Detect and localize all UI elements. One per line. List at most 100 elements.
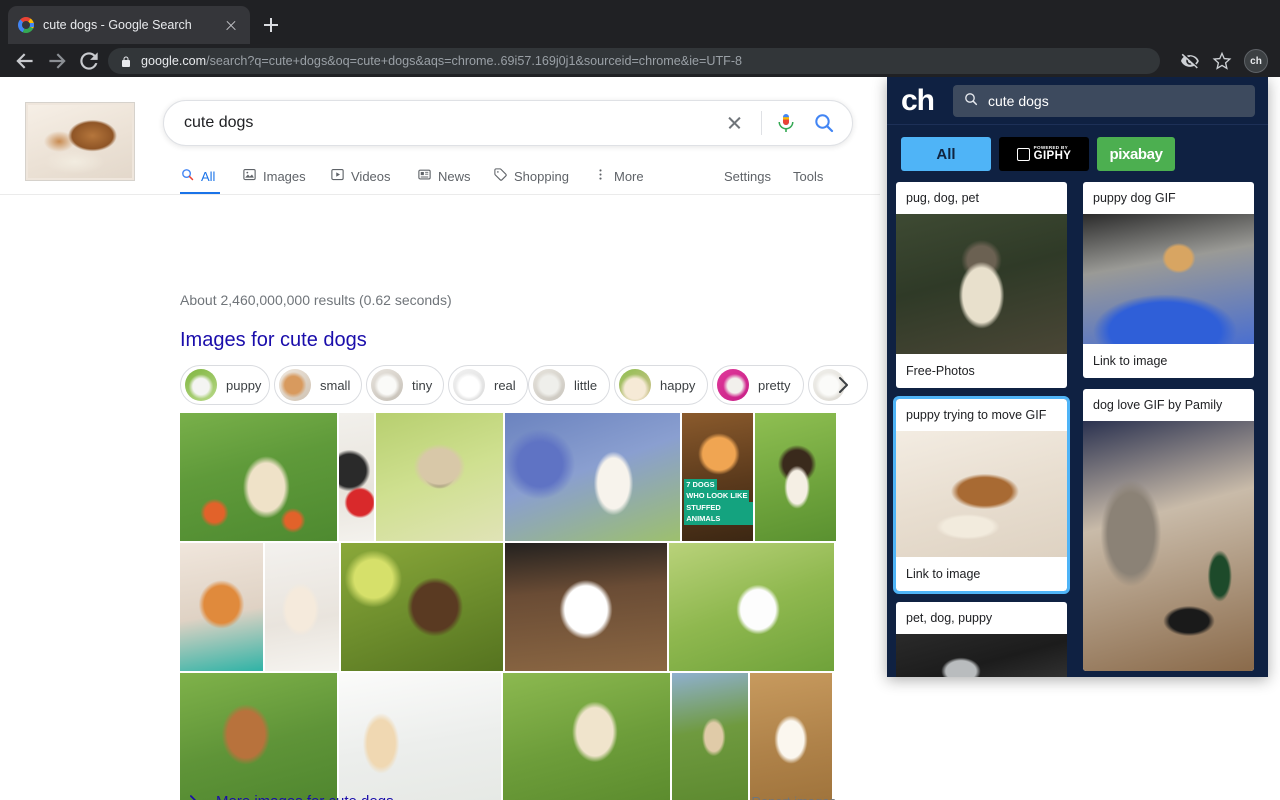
tab-title: cute dogs - Google Search [43, 18, 192, 32]
url-text: google.com/search?q=cute+dogs&oq=cute+do… [141, 54, 742, 68]
tab-all-label: All [201, 168, 216, 184]
google-g-icon [18, 17, 34, 33]
chip-thumbnail [533, 369, 565, 401]
chip-label: tiny [412, 377, 433, 393]
chip-small[interactable]: small [274, 365, 362, 405]
image-row [180, 543, 836, 671]
chip-label: pretty [758, 377, 791, 393]
images-block-heading[interactable]: Images for cute dogs [180, 329, 367, 352]
chevron-right-icon[interactable] [831, 373, 855, 397]
forward-arrow-icon[interactable] [44, 48, 70, 74]
image-tile[interactable] [341, 543, 503, 671]
tab-videos[interactable]: Videos [330, 161, 391, 191]
search-nav-tabs: All Images Videos News Shopping More Set… [180, 161, 860, 197]
search-icon[interactable] [812, 111, 836, 135]
search-box[interactable]: cute dogs [163, 100, 853, 146]
image-tile[interactable] [375, 413, 503, 541]
card-footer[interactable]: Link to image [896, 557, 1067, 591]
arrow-right-icon [180, 791, 200, 800]
more-images-link[interactable]: More images for cute dogs [180, 791, 394, 800]
chip-real[interactable]: real [448, 365, 528, 405]
plus-icon[interactable] [258, 12, 284, 38]
image-tile[interactable] [755, 413, 836, 541]
chip-little[interactable]: little [528, 365, 610, 405]
chip-thumbnail [371, 369, 403, 401]
extension-result-card[interactable]: pug, dog, pet Free-Photos [896, 182, 1067, 388]
extension-result-card[interactable]: pet, dog, puppy [896, 602, 1067, 677]
chip-puppy[interactable]: puppy [180, 365, 270, 405]
extension-search-input[interactable]: cute dogs [953, 85, 1255, 117]
search-icon [180, 167, 195, 185]
extension-result-card[interactable]: puppy dog GIF Link to image [1083, 182, 1254, 378]
report-images-link[interactable]: Report images [751, 794, 836, 800]
tab-shopping-label: Shopping [514, 168, 569, 184]
image-tile[interactable] [672, 673, 748, 800]
tab-news[interactable]: News [417, 161, 471, 191]
tab-all[interactable]: All [901, 137, 991, 171]
image-tile[interactable] [338, 413, 374, 541]
tab-images[interactable]: Images [242, 161, 306, 191]
image-tile[interactable]: 7 DOGS WHO LOOK LIKE STUFFED ANIMALS [682, 413, 754, 541]
image-tile[interactable] [339, 673, 501, 800]
card-title: dog love GIF by Pamily [1093, 398, 1223, 412]
tab-shopping[interactable]: Shopping [493, 161, 569, 191]
address-bar[interactable]: google.com/search?q=cute+dogs&oq=cute+do… [108, 48, 1160, 74]
search-results-page: cute dogs All Images Videos News Shoppin… [0, 77, 880, 800]
eye-slash-icon[interactable] [1180, 51, 1200, 71]
tab-pixabay[interactable]: pixabay [1097, 137, 1175, 171]
extension-results-column-left: pug, dog, pet Free-Photos puppy trying t… [893, 182, 1070, 677]
image-tile[interactable] [180, 673, 337, 800]
chip-thumbnail [279, 369, 311, 401]
microphone-icon[interactable] [774, 111, 798, 135]
image-tile[interactable] [503, 673, 670, 800]
browser-tab[interactable]: cute dogs - Google Search [8, 6, 250, 44]
back-arrow-icon[interactable] [12, 48, 38, 74]
extension-avatar[interactable]: ch [1244, 49, 1268, 73]
close-icon[interactable] [222, 16, 240, 34]
image-tile[interactable] [504, 413, 681, 541]
tools-link[interactable]: Tools [793, 161, 823, 191]
reload-icon[interactable] [76, 48, 102, 74]
chip-thumbnail [185, 369, 217, 401]
image-tile[interactable] [180, 543, 263, 671]
tab-giphy[interactable]: POWERED BY GIPHY [999, 137, 1089, 171]
card-footer[interactable]: Free-Photos [896, 354, 1067, 388]
chip-label: real [494, 377, 516, 393]
shiba-puppy-pool-image[interactable] [1083, 214, 1254, 344]
card-footer[interactable]: Link to image [1083, 344, 1254, 378]
image-tile[interactable] [180, 413, 337, 541]
image-tile[interactable] [265, 543, 339, 671]
chip-label: happy [660, 377, 696, 393]
chip-happy[interactable]: happy [614, 365, 708, 405]
image-row [180, 673, 836, 800]
image-tile[interactable] [750, 673, 832, 800]
search-input[interactable]: cute dogs [184, 114, 719, 132]
url-host: google.com [141, 54, 207, 68]
extension-source-tabs: All POWERED BY GIPHY pixabay [901, 137, 1175, 171]
page-content: cute dogs All Images Videos News Shoppin… [0, 77, 1280, 800]
chip-tiny[interactable]: tiny [366, 365, 444, 405]
search-icon [963, 91, 979, 112]
bulldog-puppy-on-blanket-image[interactable] [896, 431, 1067, 557]
image-tile[interactable] [669, 543, 834, 671]
dog-with-phone-and-wine-image[interactable] [1083, 421, 1254, 671]
extension-result-card-selected[interactable]: puppy trying to move GIF Link to image [893, 396, 1070, 594]
close-icon[interactable] [719, 108, 749, 138]
star-icon[interactable] [1212, 51, 1232, 71]
image-results-grid: 7 DOGS WHO LOOK LIKE STUFFED ANIMALS [180, 413, 836, 800]
extension-result-card[interactable]: dog love GIF by Pamily [1083, 389, 1254, 671]
settings-link[interactable]: Settings [724, 161, 771, 191]
tab-more[interactable]: More [593, 161, 644, 191]
extension-results-column-right: puppy dog GIF Link to image dog love GIF… [1083, 182, 1254, 677]
chip-pretty[interactable]: pretty [712, 365, 804, 405]
pug-in-blanket-image[interactable] [896, 214, 1067, 354]
tab-images-label: Images [263, 168, 306, 184]
dog-in-crate-image[interactable] [896, 634, 1067, 677]
extension-panel-header: ch cute dogs [887, 77, 1268, 125]
tab-videos-label: Videos [351, 168, 391, 184]
image-tile[interactable] [505, 543, 667, 671]
lock-icon [120, 55, 132, 67]
card-title: pet, dog, puppy [906, 611, 993, 625]
image-tile-caption: 7 DOGS WHO LOOK LIKE STUFFED ANIMALS [684, 478, 754, 525]
tab-all[interactable]: All [180, 161, 215, 191]
